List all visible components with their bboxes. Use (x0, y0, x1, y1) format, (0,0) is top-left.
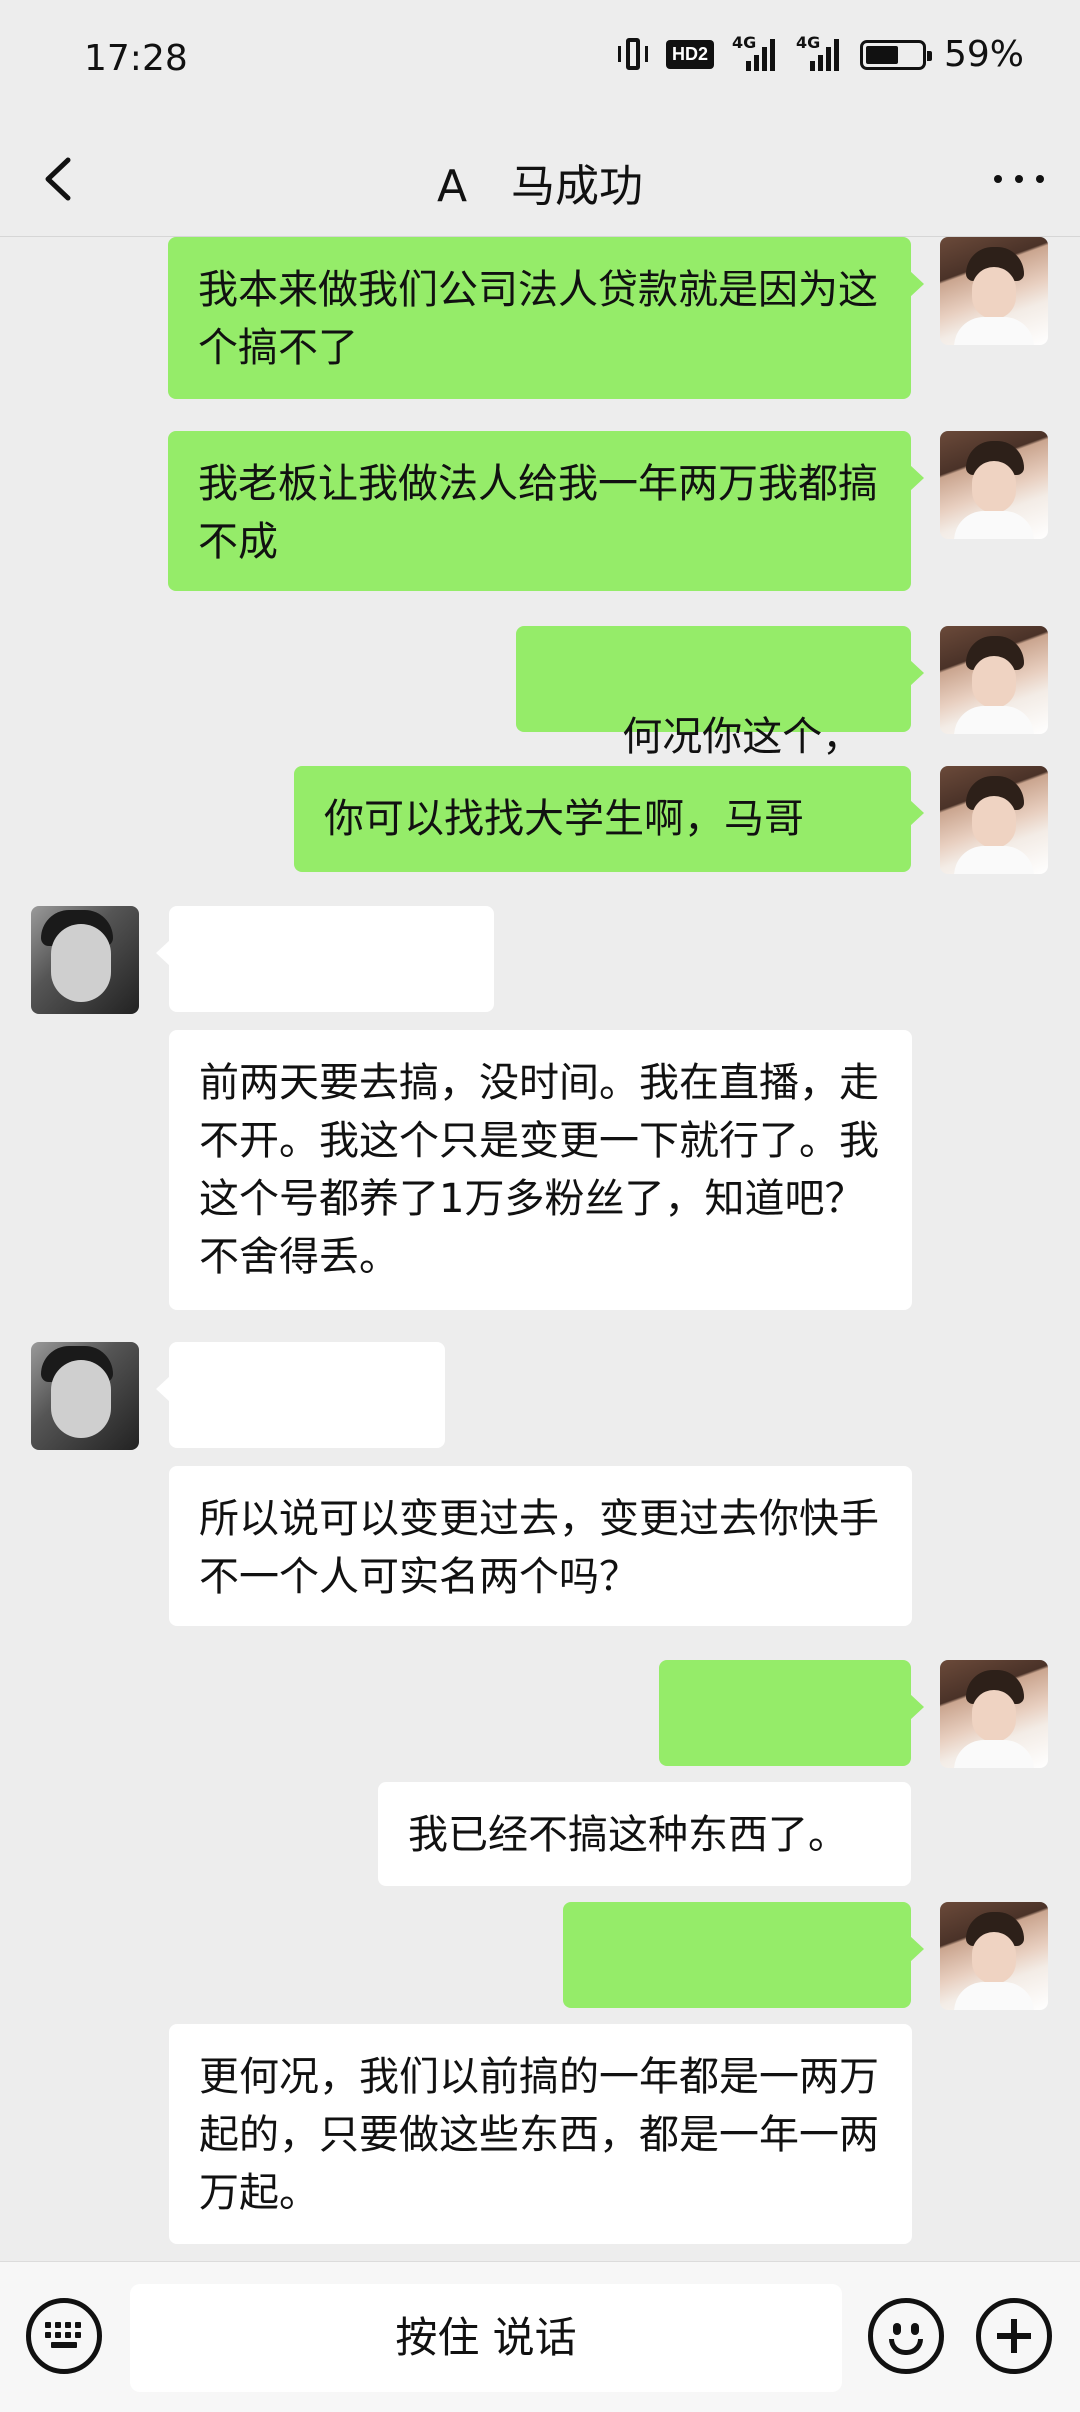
chat-header: A 马成功 (0, 120, 1080, 237)
chat-input-bar: 按住 说话 (0, 2261, 1080, 2412)
my-message-bubble[interactable]: 我老板让我做法人给我一年两万我都搞不成 (168, 431, 924, 591)
contact-message-bubble[interactable]: 更何况，我们以前搞的一年都是一两万起的，只要做这些东西，都是一年一两万起。 (169, 2024, 912, 2244)
chat-screen: 17:28 HD2 4G 4G 59% A 马成功 我本来做我们公司法人贷款就是… (0, 0, 1080, 2412)
my-avatar[interactable] (940, 1902, 1048, 2010)
signal-icon: 4G (796, 33, 842, 73)
hd-voice-icon: HD2 (665, 40, 714, 69)
status-bar: 17:28 HD2 4G 4G 59% (0, 0, 1080, 120)
my-avatar[interactable] (940, 626, 1048, 734)
more-button[interactable] (984, 148, 1054, 208)
status-icons: HD2 4G 4G 59% (617, 33, 1024, 75)
more-actions-button[interactable] (976, 2298, 1052, 2374)
contact-message-bubble[interactable]: 前两天要去搞，没时间。我在直播，走不开。我这个只是变更一下就行了。我这个号都养了… (169, 1030, 912, 1310)
my-message-bubble[interactable]: 何况你这个， (516, 626, 924, 815)
back-button[interactable] (30, 144, 90, 214)
contact-message-bubble[interactable]: 所以说可以变更过去，变更过去你快手不一个人可实名两个吗？ (169, 1466, 912, 1626)
my-avatar[interactable] (940, 431, 1048, 539)
voice-message-bubble[interactable]: 5" (156, 1342, 445, 1533)
my-avatar[interactable] (940, 766, 1048, 874)
message-list[interactable]: 我本来做我们公司法人贷款就是因为这个搞不了 我老板让我做法人给我一年两万我都搞不… (0, 237, 1080, 2260)
voice-message-bubble[interactable]: 4" (659, 1660, 924, 1851)
battery-percentage: 59% (943, 34, 1024, 75)
hold-to-talk-button[interactable]: 按住 说话 (130, 2284, 842, 2392)
emoji-button[interactable] (868, 2298, 944, 2374)
network-type-label: 4G (731, 32, 757, 52)
keyboard-icon (45, 2322, 83, 2348)
contact-avatar[interactable] (31, 1342, 139, 1450)
signal-icon: 4G (732, 33, 778, 73)
my-message-bubble[interactable]: 我本来做我们公司法人贷款就是因为这个搞不了 (168, 237, 924, 399)
message-text: 何况你这个， (622, 714, 863, 760)
my-avatar[interactable] (940, 237, 1048, 345)
keyboard-toggle-button[interactable] (26, 2298, 102, 2374)
my-message-bubble[interactable]: 我已经不搞这种东西了。 (378, 1782, 911, 1886)
network-type-label: 4G (795, 32, 821, 52)
contact-avatar[interactable] (31, 906, 139, 1014)
battery-icon (859, 39, 932, 70)
status-time: 17:28 (84, 38, 188, 79)
my-message-bubble[interactable]: 你可以找找大学生啊，马哥 (294, 766, 924, 872)
my-avatar[interactable] (940, 1660, 1048, 1768)
chevron-left-icon (45, 157, 71, 201)
chat-title: A 马成功 (436, 161, 644, 212)
voice-message-bubble[interactable]: 8" (563, 1902, 924, 2093)
vibrate-icon (617, 36, 648, 74)
voice-message-bubble[interactable]: 7" (156, 906, 494, 1097)
emoji-icon (893, 2323, 901, 2335)
